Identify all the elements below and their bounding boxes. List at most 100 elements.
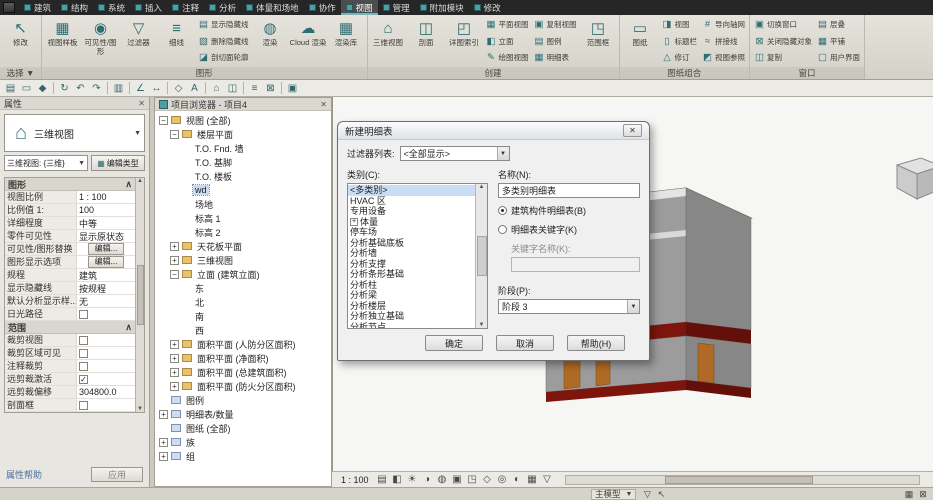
show-hidden-lines-button[interactable]: ▤显示隐藏线: [198, 17, 249, 32]
filter-button[interactable]: ▽过滤器: [120, 16, 157, 66]
redo-icon[interactable]: ↷: [89, 81, 104, 95]
tree-item[interactable]: 标高 2: [155, 225, 331, 239]
ribbon-tab-分析[interactable]: 分析: [204, 0, 241, 15]
schedule-button[interactable]: ▦明细表: [534, 50, 577, 65]
switch-windows-button[interactable]: ▣切换窗口: [754, 17, 812, 32]
render-dialog-icon[interactable]: ◍: [436, 473, 449, 486]
scroll-down-icon[interactable]: ▼: [137, 406, 143, 412]
properties-scrollbar[interactable]: ▲ ▼: [135, 178, 144, 412]
drafting-view-button[interactable]: ✎绘图视图: [486, 50, 529, 65]
close-icon[interactable]: ✕: [138, 99, 145, 108]
render-button[interactable]: ◍渲染: [252, 16, 289, 66]
tree-item[interactable]: 标高 1: [155, 211, 331, 225]
section-button[interactable]: ◫剖面: [408, 16, 445, 66]
view-template-button[interactable]: ▦视图样板: [44, 16, 81, 66]
expand-icon[interactable]: +: [159, 452, 168, 461]
prop-value[interactable]: 按规程: [77, 282, 135, 294]
collapse-icon[interactable]: −: [170, 270, 179, 279]
legend-button[interactable]: ▤图例: [534, 34, 577, 49]
duplicate-view-button[interactable]: ▣复制视图: [534, 17, 577, 32]
default-3d-view-button[interactable]: ⌂三维视图: [370, 16, 407, 66]
place-view-button[interactable]: ◨视图: [662, 17, 698, 32]
prop-value[interactable]: ✓: [77, 373, 135, 385]
horizontal-scrollbar[interactable]: [565, 475, 920, 485]
prop-value[interactable]: 100: [77, 204, 135, 216]
key-name-input[interactable]: [511, 257, 640, 272]
expand-icon[interactable]: +: [159, 438, 168, 447]
unlocked-3d-view-icon[interactable]: ◇: [481, 473, 494, 486]
text-icon[interactable]: A: [187, 81, 202, 95]
cancel-button[interactable]: 取消: [496, 335, 554, 351]
thin-lines-button[interactable]: ≡细线: [158, 16, 195, 66]
ok-button[interactable]: 确定: [425, 335, 483, 351]
category-item[interactable]: HVAC 区: [348, 196, 475, 207]
category-item[interactable]: 分析节点: [348, 322, 475, 329]
category-item[interactable]: 分析条形基础: [348, 269, 475, 280]
sync-icon[interactable]: ↻: [57, 81, 72, 95]
dialog-titlebar[interactable]: 新建明细表 ✕: [338, 122, 649, 140]
checkbox[interactable]: [79, 362, 88, 371]
category-item[interactable]: 分析基础底板: [348, 238, 475, 249]
category-item[interactable]: 分析墙: [348, 248, 475, 259]
render-gallery-button[interactable]: ▦渲染库: [328, 16, 365, 66]
tree-item[interactable]: 南: [155, 309, 331, 323]
tree-item[interactable]: +族: [155, 435, 331, 449]
type-selector[interactable]: ⌂ 三维视图 ▼: [4, 114, 145, 152]
print-icon[interactable]: ▥: [111, 81, 126, 95]
checkbox[interactable]: [79, 401, 88, 410]
section-icon[interactable]: ◫: [225, 81, 240, 95]
ribbon-tab-注释[interactable]: 注释: [167, 0, 204, 15]
tree-item[interactable]: +组: [155, 449, 331, 463]
ribbon-tab-视图[interactable]: 视图: [341, 0, 378, 15]
properties-icon[interactable]: ▤: [3, 81, 18, 95]
scroll-thumb[interactable]: [665, 476, 813, 484]
aligned-dimension-icon[interactable]: ↔: [149, 81, 164, 95]
tag-icon[interactable]: ◇: [171, 81, 186, 95]
title-block-button[interactable]: ▯标题栏: [662, 34, 698, 49]
collapse-icon[interactable]: −: [159, 116, 168, 125]
scroll-up-icon[interactable]: ▲: [479, 184, 485, 190]
default-3d-view-icon[interactable]: ⌂: [209, 81, 224, 95]
ribbon-tab-协作[interactable]: 协作: [304, 0, 341, 15]
modify-button[interactable]: ↖修改: [2, 16, 39, 66]
undo-icon[interactable]: ↶: [73, 81, 88, 95]
temporary-view-properties-icon[interactable]: ▦: [526, 473, 539, 486]
plan-view-button[interactable]: ▦平面视图: [486, 17, 529, 32]
ribbon-tab-修改[interactable]: 修改: [469, 0, 506, 15]
guide-grid-button[interactable]: #导向轴网: [702, 17, 745, 32]
prop-value[interactable]: 编辑...: [77, 243, 135, 255]
matchline-button[interactable]: ≈拼接线: [702, 34, 745, 49]
switch-windows-icon[interactable]: ▣: [285, 81, 300, 95]
prop-value[interactable]: [77, 308, 135, 320]
collapse-icon[interactable]: −: [170, 130, 179, 139]
tree-item[interactable]: +面积平面 (总建筑面积): [155, 365, 331, 379]
visibility-graphics-button[interactable]: ◉可见性/图形: [82, 16, 119, 66]
close-hidden-icon[interactable]: ⊠: [263, 81, 278, 95]
category-item[interactable]: <多类别>: [348, 185, 475, 196]
show-constraints-icon[interactable]: ▽: [541, 473, 554, 486]
shadows-icon[interactable]: ◑: [421, 473, 434, 486]
prop-group-header[interactable]: 图形∧: [5, 178, 135, 191]
press-drag-icon[interactable]: ⊠: [917, 489, 929, 500]
expand-icon[interactable]: +: [170, 354, 179, 363]
tree-item[interactable]: 北: [155, 295, 331, 309]
edit-button[interactable]: 编辑...: [88, 256, 125, 268]
open-icon[interactable]: ▭: [19, 81, 34, 95]
checkbox[interactable]: [79, 336, 88, 345]
radio-building-component-schedule[interactable]: 建筑构件明细表(B): [498, 204, 640, 217]
checkbox[interactable]: [79, 349, 88, 358]
close-icon[interactable]: ✕: [623, 124, 642, 137]
sheet-button[interactable]: ▭图纸: [622, 16, 659, 66]
scroll-down-icon[interactable]: ▼: [479, 322, 485, 328]
cascade-button[interactable]: ▤层叠: [817, 17, 860, 32]
tree-item[interactable]: 场地: [155, 197, 331, 211]
scroll-thumb[interactable]: [477, 236, 487, 276]
category-item[interactable]: 分析楼层: [348, 301, 475, 312]
tree-item[interactable]: 东: [155, 281, 331, 295]
edit-type-button[interactable]: ▦ 编辑类型: [91, 155, 145, 171]
tree-item[interactable]: −立面 (建筑立面): [155, 267, 331, 281]
ribbon-tab-插入[interactable]: 插入: [130, 0, 167, 15]
category-list-scrollbar[interactable]: ▲ ▼: [475, 184, 487, 328]
visual-style-icon[interactable]: ◧: [391, 473, 404, 486]
category-item[interactable]: 分析柱: [348, 280, 475, 291]
